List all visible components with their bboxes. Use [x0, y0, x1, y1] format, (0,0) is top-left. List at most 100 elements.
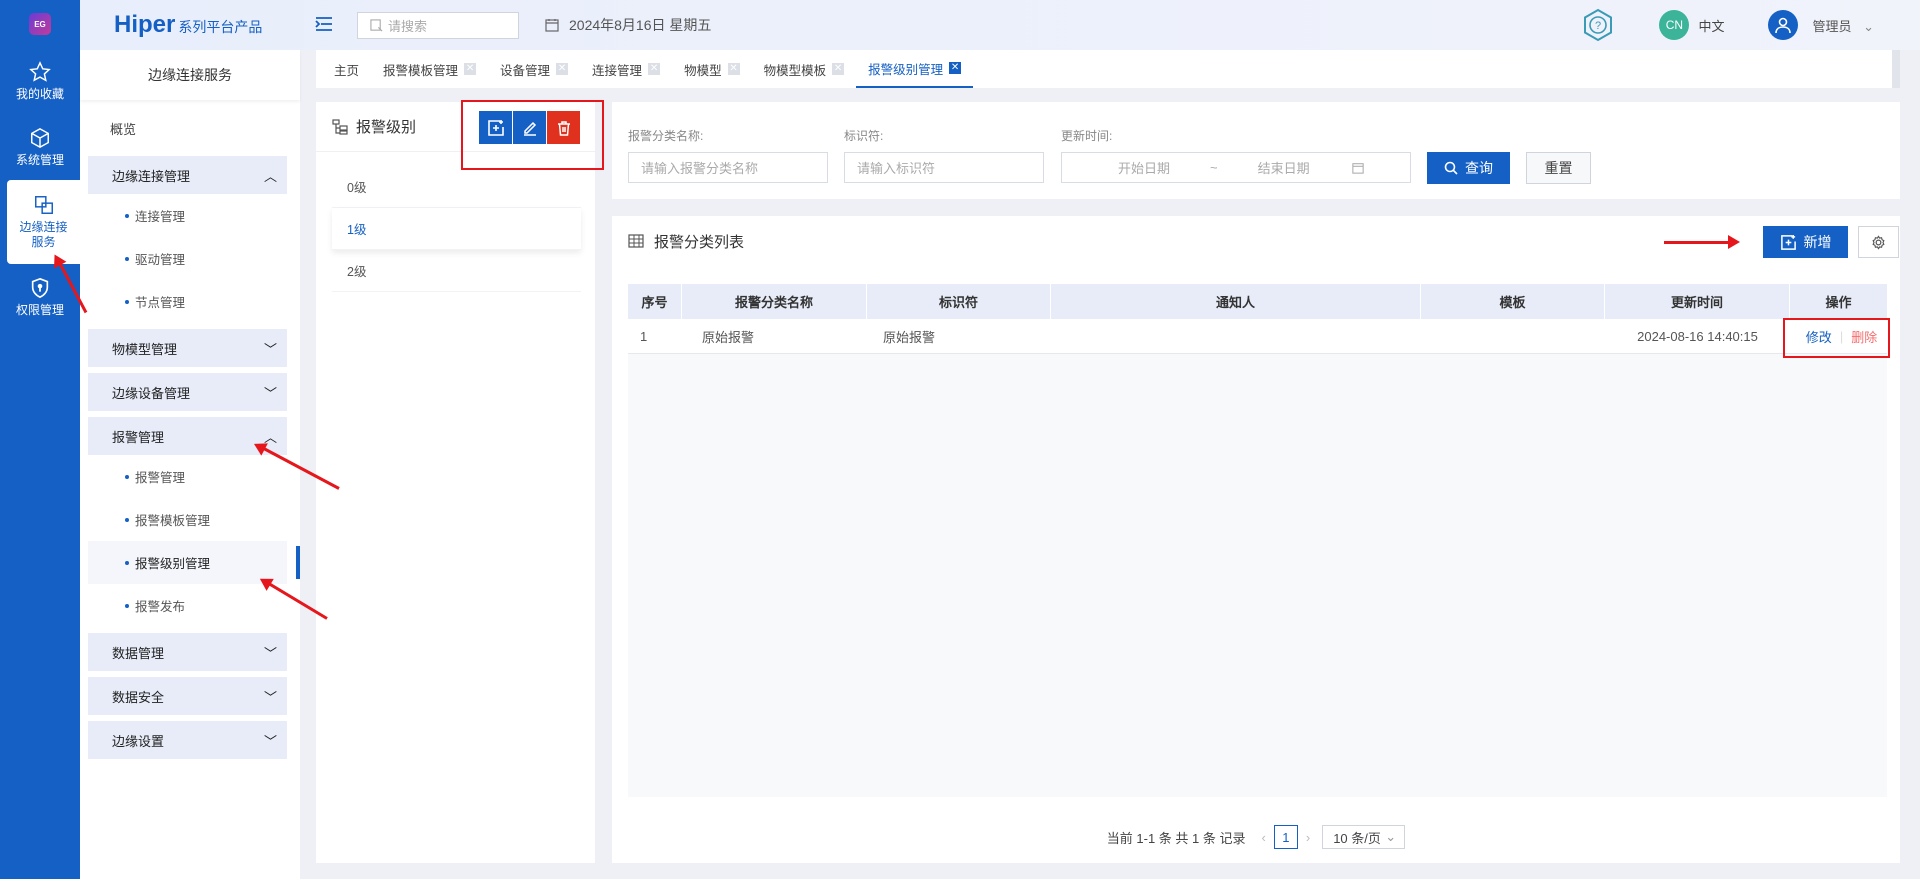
name-input[interactable]: 请输入报警分类名称	[628, 152, 828, 183]
close-icon[interactable]: ✕	[949, 62, 962, 74]
sidebar-item-alarm-publish[interactable]: 报警发布	[88, 584, 287, 627]
sidebar-group-model[interactable]: 物模型管理 ﹀	[88, 329, 287, 367]
app-logo[interactable]: EG	[0, 0, 80, 48]
start-date-placeholder: 开始日期	[1118, 161, 1171, 176]
sidebar-item-node[interactable]: 节点管理	[88, 280, 287, 323]
search-input[interactable]: 请搜索	[357, 11, 519, 39]
sidebar-group-edge-device[interactable]: 边缘设备管理 ﹀	[88, 373, 287, 411]
prev-page-icon[interactable]: ‹	[1262, 830, 1266, 845]
tab-home[interactable]: 主页	[322, 50, 371, 88]
item-label: 报警发布	[135, 600, 186, 614]
svg-text:?: ?	[1595, 20, 1601, 32]
search-icon	[370, 18, 383, 31]
sidebar-item-driver[interactable]: 驱动管理	[88, 237, 287, 280]
level-item[interactable]: 1级	[332, 208, 581, 250]
help-hexagon-icon[interactable]: ?	[1581, 8, 1615, 42]
group-label: 报警管理	[112, 429, 165, 445]
sidebar-group-security[interactable]: 数据安全 ﹀	[88, 677, 287, 715]
id-placeholder: 请输入标识符	[857, 161, 936, 176]
sidebar-group-data[interactable]: 数据管理 ﹀	[88, 633, 287, 671]
tab-label: 设备管理	[500, 63, 551, 78]
close-icon[interactable]: ✕	[648, 63, 661, 75]
date-range-picker[interactable]: 开始日期 ~ 结束日期	[1061, 152, 1411, 183]
user-menu[interactable]: 管理员 ⌄	[1812, 16, 1874, 35]
chevron-down-icon: ﹀	[263, 645, 277, 661]
chevron-down-icon: ﹀	[263, 689, 277, 705]
page-number[interactable]: 1	[1273, 825, 1298, 849]
tab-connection[interactable]: 连接管理 ✕	[580, 50, 672, 88]
next-page-icon[interactable]: ›	[1306, 830, 1310, 845]
rail-item-system[interactable]: 系统管理	[0, 114, 80, 180]
cell-template	[1421, 319, 1605, 353]
add-button[interactable]: 新增	[1763, 226, 1848, 258]
item-label: 节点管理	[135, 296, 186, 310]
group-label: 物模型管理	[112, 341, 178, 357]
id-input[interactable]: 请输入标识符	[844, 152, 1044, 183]
tab-alarm-template[interactable]: 报警模板管理 ✕	[371, 50, 488, 88]
time-label: 更新时间:	[1061, 129, 1113, 143]
sidebar-item-conn[interactable]: 连接管理	[88, 194, 287, 237]
shield-icon	[31, 277, 49, 298]
sidebar-group-settings[interactable]: 边缘设置 ﹀	[88, 721, 287, 759]
brand-name: Hiper	[114, 11, 176, 38]
rail-item-favorites[interactable]: 我的收藏	[0, 48, 80, 114]
settings-button[interactable]	[1858, 226, 1899, 258]
annotation-box-toolbar	[461, 100, 604, 170]
tab-model-template[interactable]: 物模型模板 ✕	[752, 50, 857, 88]
reset-button[interactable]: 重置	[1526, 152, 1591, 184]
tab-alarm-level[interactable]: 报警级别管理 ✕	[856, 50, 974, 88]
top-right: ? CN 中文 管理员 ⌄	[1581, 0, 1920, 50]
lang-badge[interactable]: CN	[1659, 10, 1690, 40]
item-label: 连接管理	[135, 210, 186, 224]
item-label: 报警级别管理	[135, 557, 211, 571]
close-icon[interactable]: ✕	[832, 63, 845, 75]
level-item[interactable]: 0级	[332, 166, 581, 208]
sidebar-item-alarm-mgmt[interactable]: 报警管理	[88, 455, 287, 498]
close-icon[interactable]: ✕	[464, 63, 477, 75]
query-button[interactable]: 查询	[1427, 152, 1510, 184]
chevron-up-icon: ︿	[263, 168, 277, 184]
page-size-select[interactable]: 10 条/页 ⌄	[1322, 825, 1406, 849]
date-text: 2024年8月16日 星期五	[569, 17, 712, 33]
pager-summary: 当前 1-1 条 共 1 条 记录	[1106, 830, 1246, 846]
tab-device[interactable]: 设备管理 ✕	[488, 50, 580, 88]
item-label: 驱动管理	[135, 253, 186, 267]
id-label: 标识符:	[844, 129, 884, 143]
tab-bar: 主页 报警模板管理 ✕ 设备管理 ✕ 连接管理 ✕ 物模型 ✕ 物模型模板 ✕ 报警级别管…	[316, 50, 1900, 88]
annotation-arrow	[1664, 235, 1740, 249]
link-boxes-icon	[34, 196, 53, 214]
tab-model[interactable]: 物模型 ✕	[672, 50, 752, 88]
rail-item-permission[interactable]: 权限管理	[0, 264, 80, 330]
col-no: 序号	[628, 284, 682, 319]
add-label: 新增	[1803, 234, 1832, 250]
lang-label[interactable]: 中文	[1698, 16, 1724, 35]
level-item[interactable]: 2级	[332, 250, 581, 292]
table-head-row: 序号 报警分类名称 标识符 通知人 模板 更新时间 操作	[628, 284, 1887, 319]
close-icon[interactable]: ✕	[727, 63, 740, 75]
sidebar-item-alarm-level[interactable]: 报警级别管理	[88, 541, 300, 584]
user-avatar[interactable]	[1768, 10, 1799, 40]
table-icon	[628, 234, 644, 248]
item-label: 报警管理	[135, 471, 186, 485]
tree-icon	[332, 118, 348, 135]
level-panel-title: 报警级别	[356, 119, 417, 136]
sidebar-item-overview[interactable]: 概览	[88, 107, 287, 150]
tab-scrollbar[interactable]	[1892, 50, 1900, 88]
filter-panel: 报警分类名称: 请输入报警分类名称 标识符: 请输入标识符 更新时间: 开始日期…	[612, 102, 1900, 199]
rail-item-edge-service[interactable]: 边缘连接服务	[7, 180, 80, 264]
sidebar-item-alarm-template[interactable]: 报警模板管理	[88, 498, 287, 541]
query-label: 查询	[1465, 160, 1493, 176]
tab-label: 连接管理	[592, 63, 643, 78]
level-list: 0级 1级 2级	[332, 166, 581, 292]
top-bar: Hiper 系列平台产品 请搜索 2024年8月16日 星期五 ? CN 中文 管…	[80, 0, 1920, 50]
user-name: 管理员	[1812, 18, 1852, 34]
name-label: 报警分类名称:	[628, 129, 704, 143]
date-display: 2024年8月16日 星期五	[545, 15, 711, 35]
tab-label: 主页	[334, 63, 360, 78]
sidebar-group-edge-conn[interactable]: 边缘连接管理 ︿	[88, 156, 287, 194]
calendar-icon	[1351, 162, 1364, 174]
col-notify: 通知人	[1051, 284, 1421, 319]
name-placeholder: 请输入报警分类名称	[641, 161, 759, 176]
close-icon[interactable]: ✕	[556, 63, 569, 75]
menu-toggle-icon[interactable]	[315, 16, 333, 35]
